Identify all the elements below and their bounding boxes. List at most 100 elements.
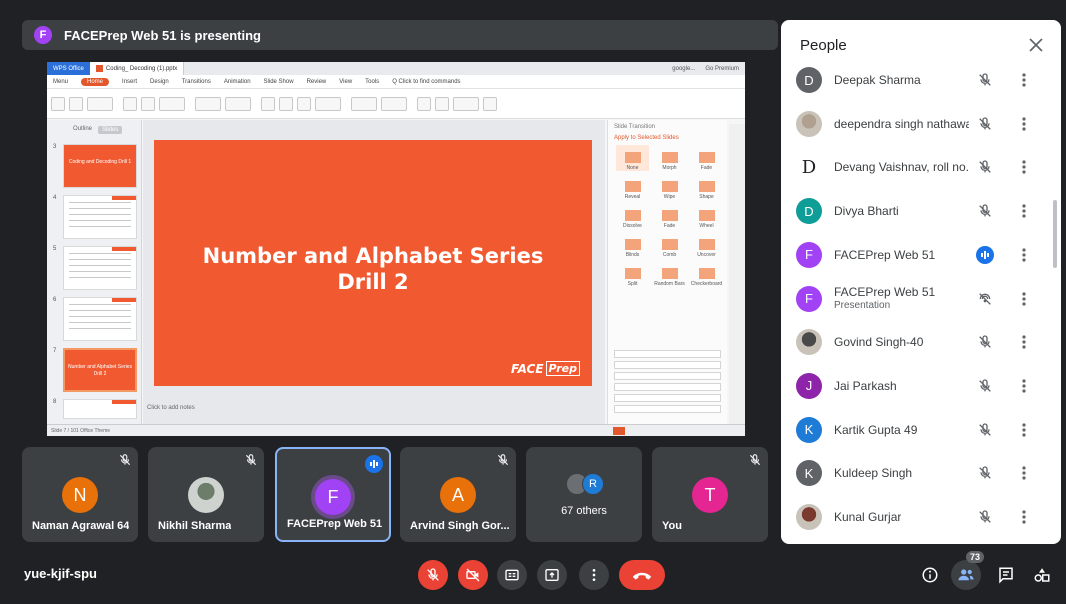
transition-option: Reveal	[616, 174, 649, 200]
slide-thumbnail	[63, 195, 137, 239]
participant-name: Kartik Gupta 49	[834, 422, 918, 437]
pane-header: Slide Transition	[614, 124, 656, 130]
wps-menu-item: Review	[306, 78, 327, 85]
participant-row[interactable]: Kunal Gurjar	[781, 495, 1051, 539]
others-count: 67 others	[561, 505, 607, 517]
participant-row[interactable]: Govind Singh-40	[781, 320, 1051, 364]
self-tile[interactable]: T You	[652, 447, 768, 542]
more-options-icon[interactable]	[1015, 290, 1033, 308]
participant-row[interactable]: D Devang Vaishnav, roll no.-...	[781, 145, 1051, 189]
participant-tile[interactable]: Nikhil Sharma	[148, 447, 264, 542]
others-tile[interactable]: R 67 others	[526, 447, 642, 542]
present-now-button[interactable]	[537, 560, 567, 590]
more-options-icon[interactable]	[1015, 115, 1033, 133]
faceprep-logo: FACE Prep	[511, 361, 580, 376]
mic-off-icon	[976, 115, 994, 133]
people-panel: People D Deepak Sharma deependra singh nat…	[781, 20, 1061, 544]
participant-row[interactable]: K Kartik Gupta 49	[781, 408, 1051, 452]
more-options-icon[interactable]	[1015, 333, 1033, 351]
meeting-details-button[interactable]	[917, 562, 943, 588]
slide-thumbnail	[63, 399, 137, 419]
mic-off-icon	[496, 453, 510, 472]
close-icon	[1029, 38, 1043, 52]
thumb-number: 5	[53, 246, 57, 252]
participant-row[interactable]: F FACEPrep Web 51	[781, 233, 1051, 277]
participant-name: Kuldeep Singh	[834, 466, 913, 481]
speaking-indicator-icon	[976, 245, 994, 264]
more-options-icon[interactable]	[1015, 464, 1033, 482]
more-options-icon[interactable]	[1015, 202, 1033, 220]
transition-option: Fade	[653, 203, 686, 229]
participant-tile[interactable]: A Arvind Singh Gor...	[400, 447, 516, 542]
wps-menu-bar: Menu Home Insert Design Transitions Anim…	[47, 75, 745, 89]
thumb-number: 7	[53, 348, 57, 354]
wps-menu-item: Tools	[365, 78, 380, 85]
slide-outline-pane: Outline Slides 3 Coding and Decoding Dri…	[47, 120, 142, 424]
speaking-indicator-icon	[365, 455, 383, 473]
activities-icon	[1034, 568, 1050, 582]
transition-option: Wheel	[690, 203, 723, 229]
participant-name: Devang Vaishnav, roll no.-...	[834, 160, 969, 175]
more-options-icon[interactable]	[1015, 158, 1033, 176]
chat-button[interactable]	[993, 562, 1019, 588]
transition-option: Comb	[653, 232, 686, 258]
more-options-icon[interactable]	[1015, 377, 1033, 395]
meeting-code: yue-kjif-spu	[24, 566, 97, 581]
close-people-button[interactable]	[1025, 34, 1047, 56]
avatar: T	[692, 477, 728, 513]
wps-ribbon	[47, 89, 745, 119]
more-options-icon[interactable]	[1015, 246, 1033, 264]
participant-row[interactable]: D Deepak Sharma	[781, 58, 1051, 102]
mic-off-icon	[427, 568, 439, 581]
participant-avatar: K	[796, 416, 822, 443]
participant-avatar: J	[796, 372, 822, 399]
participant-row[interactable]: deependra singh nathawat	[781, 102, 1051, 146]
participant-avatar	[796, 504, 822, 530]
wps-menu-item: Transitions	[181, 78, 211, 85]
more-options-icon[interactable]	[1015, 421, 1033, 439]
participant-row[interactable]: D Divya Bharti	[781, 189, 1051, 233]
wps-menu-item: Slide Show	[263, 78, 294, 85]
wps-titlebar: WPS Office Coding_ Decoding (1).pptx goo…	[47, 62, 745, 75]
participant-tile-speaking[interactable]: F FACEPrep Web 51	[275, 447, 391, 542]
mic-off-icon	[976, 377, 994, 395]
pptx-icon	[95, 65, 103, 72]
presenting-banner: F FACEPrep Web 51 is presenting	[22, 20, 778, 50]
people-scrollbar[interactable]	[1053, 200, 1057, 268]
people-icon	[958, 569, 974, 581]
activities-button[interactable]	[1029, 562, 1055, 588]
avatar: F	[315, 479, 351, 515]
transition-option: Checkerboard	[690, 261, 723, 287]
slide-thumbnail: Coding and Decoding Drill 1	[63, 144, 137, 188]
toggle-mic-button[interactable]	[418, 560, 448, 590]
leave-call-button[interactable]	[619, 560, 665, 590]
participant-name: FACEPrep Web 51	[834, 284, 936, 299]
participant-tile[interactable]: N Naman Agrawal 64	[22, 447, 138, 542]
more-options-icon[interactable]	[1015, 508, 1033, 526]
more-options-button[interactable]	[579, 560, 609, 590]
wps-menu-item: Animation	[223, 78, 251, 85]
participant-name: Jai Parkash	[834, 378, 897, 393]
mic-off-icon	[244, 453, 258, 472]
participant-avatar	[796, 110, 822, 137]
info-icon	[922, 567, 938, 583]
participant-avatar: D	[796, 67, 822, 93]
transition-option: Dissolve	[616, 203, 649, 229]
mic-off-icon	[118, 453, 132, 472]
toggle-camera-button[interactable]	[458, 560, 488, 590]
participant-row[interactable]: J Jai Parkash	[781, 364, 1051, 408]
mic-off-icon	[976, 158, 994, 176]
more-vert-icon	[592, 569, 596, 581]
show-everyone-button[interactable]: 73	[951, 551, 985, 590]
slide-thumbnail	[63, 246, 137, 290]
presenter-avatar: F	[34, 26, 52, 44]
captions-button[interactable]	[497, 560, 527, 590]
transition-option: Split	[616, 261, 649, 287]
wps-doc-tab: Coding_ Decoding (1).pptx	[89, 62, 185, 75]
participant-row[interactable]: F FACEPrep Web 51 Presentation	[781, 277, 1051, 321]
slide-transition-pane: Slide Transition Apply to Selected Slide…	[607, 120, 727, 424]
participant-row[interactable]: K Kuldeep Singh	[781, 451, 1051, 495]
thumb-number: 3	[53, 144, 57, 150]
participant-name: Arvind Singh Gor...	[410, 520, 510, 532]
more-options-icon[interactable]	[1015, 71, 1033, 89]
